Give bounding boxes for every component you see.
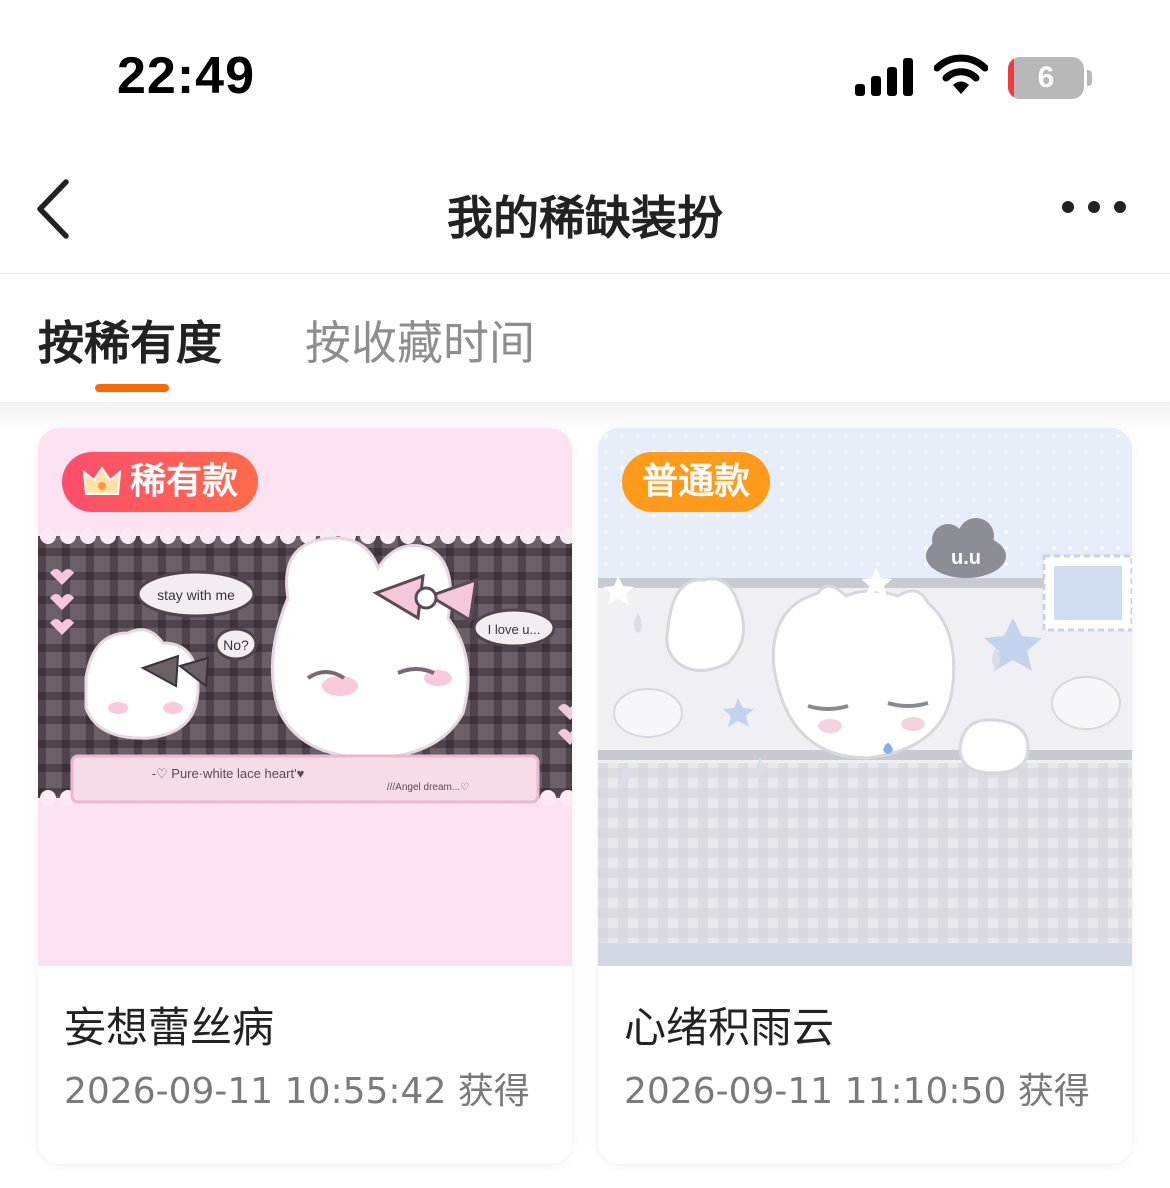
page-title: 我的稀缺装扮 [447,191,723,245]
tab-by-collect-time[interactable]: 按收藏时间 [305,307,535,373]
battery-icon: 6 [1008,57,1092,99]
outfit-name: 妄想蕾丝病 [64,1003,275,1052]
signal-icon [855,58,913,96]
bubble-i-love-u: I love u... [488,622,541,637]
cloud-face-text: u.u [951,547,981,569]
bubble-no: No? [223,637,249,653]
battery-level-text: 6 [1037,61,1055,94]
wifi-icon [934,54,988,94]
rarity-badge-label: 普通款 [642,461,751,502]
status-bar: 22:49 6 [0,0,1170,150]
obtained-time: 2026-09-11 10:55:42 获得 [64,1071,530,1112]
outfit-name: 心绪积雨云 [624,1003,835,1052]
rarity-badge-label: 稀有款 [130,461,239,502]
battery-body: 6 [1008,57,1084,99]
outfit-card[interactable]: stay with me No? I love u... -♡ Pure·whi… [38,428,572,1164]
tab-by-rarity[interactable]: 按稀有度 [38,307,222,373]
more-dots-icon[interactable] [1058,194,1130,220]
battery-cap [1087,70,1092,86]
banner-text: -♡ Pure·white lace heart'♥ [152,766,305,781]
sort-tabs: 按稀有度 按收藏时间 [0,275,1170,403]
rarity-badge: 稀有款 [62,452,259,512]
bubble-stay-with-me: stay with me [157,587,235,603]
crown-icon [82,466,122,495]
rarity-badge: 普通款 [622,452,771,512]
status-time: 22:49 [117,47,255,105]
obtained-time: 2026-09-11 11:10:50 获得 [624,1071,1090,1112]
outfit-preview-image: stay with me No? I love u... -♡ Pure·whi… [38,428,572,966]
nav-bar: 我的稀缺装扮 [0,150,1170,274]
active-tab-indicator [95,384,169,392]
outfit-card[interactable]: u.u 普通款 心绪积雨云 2026-09-11 11:10:50 获得 [598,428,1132,1164]
outfit-preview-image: u.u 普通款 [598,428,1132,966]
banner-subtext: ///Angel dream...♡ [387,782,469,793]
